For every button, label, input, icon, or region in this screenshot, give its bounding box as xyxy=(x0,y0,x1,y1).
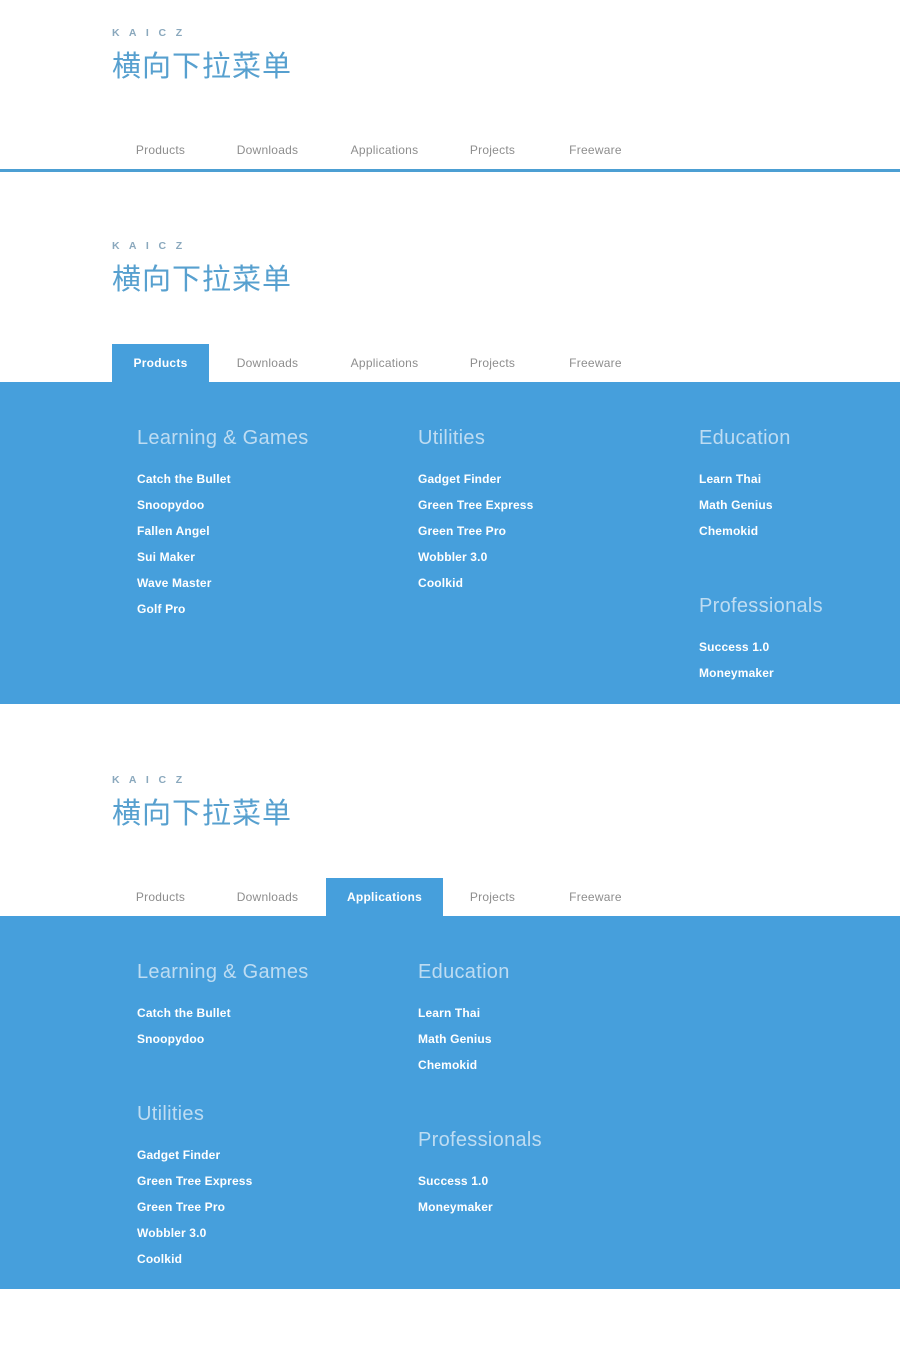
dropdown-group-title: Learning & Games xyxy=(137,961,309,983)
nav-list: Products Downloads Applications Projects… xyxy=(112,131,649,169)
dropdown-link[interactable]: Moneymaker xyxy=(699,660,899,686)
nav-underline-rule xyxy=(0,169,900,172)
nav-item-applications[interactable]: Applications xyxy=(326,344,443,382)
dropdown-link[interactable]: Golf Pro xyxy=(137,596,418,622)
nav-list: Products Downloads Applications Projects… xyxy=(112,878,649,916)
brand-logo: K A I C Z xyxy=(112,240,186,252)
brand-logo: K A I C Z xyxy=(112,27,186,39)
dropdown-column: Learning & Games Catch the Bullet Snoopy… xyxy=(137,424,418,684)
dropdown-link[interactable]: Catch the Bullet xyxy=(137,1000,418,1026)
dropdown-group-title: Education xyxy=(418,961,510,983)
brand-header: K A I C Z 横向下拉菜单 xyxy=(0,213,900,300)
dropdown-group: Learning & Games Catch the Bullet Snoopy… xyxy=(137,958,418,1052)
dropdown-link[interactable]: Snoopydoo xyxy=(137,1026,418,1052)
dropdown-column: Education Learn Thai Math Genius Chemoki… xyxy=(699,424,899,684)
dropdown-group-title: Professionals xyxy=(418,1129,542,1151)
dropdown-link[interactable]: Green Tree Express xyxy=(137,1168,418,1194)
nav-item-projects[interactable]: Projects xyxy=(443,344,542,382)
demo-section-applications-open: K A I C Z 横向下拉菜单 Products Downloads Appl… xyxy=(0,747,900,1289)
dropdown-link[interactable]: Coolkid xyxy=(418,570,699,596)
dropdown-group: Education Learn Thai Math Genius Chemoki… xyxy=(418,958,699,1078)
nav-item-downloads[interactable]: Downloads xyxy=(209,878,326,916)
dropdown-link[interactable]: Sui Maker xyxy=(137,544,418,570)
dropdown-group-title: Utilities xyxy=(137,1103,205,1125)
page-title: 横向下拉菜单 xyxy=(112,264,293,296)
navbar: Products Downloads Applications Projects… xyxy=(0,344,900,382)
page-title: 横向下拉菜单 xyxy=(112,798,293,830)
dropdown-link[interactable]: Green Tree Pro xyxy=(418,518,699,544)
dropdown-link[interactable]: Moneymaker xyxy=(418,1194,699,1220)
nav-item-projects[interactable]: Projects xyxy=(443,878,542,916)
dropdown-link[interactable]: Snoopydoo xyxy=(137,492,418,518)
dropdown-group: Learning & Games Catch the Bullet Snoopy… xyxy=(137,424,418,622)
dropdown-link[interactable]: Wobbler 3.0 xyxy=(137,1220,418,1246)
nav-item-products[interactable]: Products xyxy=(112,878,209,916)
dropdown-link[interactable]: Green Tree Pro xyxy=(137,1194,418,1220)
section-spacer-1 xyxy=(0,169,900,213)
dropdown-group: Education Learn Thai Math Genius Chemoki… xyxy=(699,424,899,544)
dropdown-link[interactable]: Success 1.0 xyxy=(699,634,899,660)
dropdown-column: Utilities Gadget Finder Green Tree Expre… xyxy=(418,424,699,684)
nav-item-projects[interactable]: Projects xyxy=(443,131,542,169)
dropdown-link[interactable]: Success 1.0 xyxy=(418,1168,699,1194)
page-title: 横向下拉菜单 xyxy=(112,51,293,83)
dropdown-group: Professionals Success 1.0 Moneymaker xyxy=(699,592,899,686)
dropdown-column: Learning & Games Catch the Bullet Snoopy… xyxy=(137,958,418,1269)
dropdown-link[interactable]: Catch the Bullet xyxy=(137,466,418,492)
section-spacer-2 xyxy=(0,704,900,747)
dropdown-group: Utilities Gadget Finder Green Tree Expre… xyxy=(137,1100,418,1272)
dropdown-link[interactable]: Learn Thai xyxy=(699,466,899,492)
dropdown-link[interactable]: Fallen Angel xyxy=(137,518,418,544)
dropdown-link[interactable]: Chemokid xyxy=(699,518,899,544)
dropdown-column: Education Learn Thai Math Genius Chemoki… xyxy=(418,958,699,1269)
dropdown-group-title: Education xyxy=(699,427,791,449)
page-root: K A I C Z 横向下拉菜单 Products Downloads Appl… xyxy=(0,0,900,1348)
brand-header: K A I C Z 横向下拉菜单 xyxy=(0,747,900,834)
nav-item-downloads[interactable]: Downloads xyxy=(209,131,326,169)
dropdown-link[interactable]: Wave Master xyxy=(137,570,418,596)
mega-dropdown-panel: Learning & Games Catch the Bullet Snoopy… xyxy=(0,382,900,704)
nav-item-products[interactable]: Products xyxy=(112,344,209,382)
dropdown-group-title: Utilities xyxy=(418,427,486,449)
nav-list: Products Downloads Applications Projects… xyxy=(112,344,649,382)
dropdown-group: Professionals Success 1.0 Moneymaker xyxy=(418,1126,699,1220)
dropdown-link[interactable]: Green Tree Express xyxy=(418,492,699,518)
nav-item-applications[interactable]: Applications xyxy=(326,131,443,169)
nav-item-freeware[interactable]: Freeware xyxy=(542,131,649,169)
dropdown-link[interactable]: Coolkid xyxy=(137,1246,418,1272)
mega-dropdown-panel: Learning & Games Catch the Bullet Snoopy… xyxy=(0,916,900,1289)
brand-header: K A I C Z 横向下拉菜单 xyxy=(0,0,900,87)
dropdown-link[interactable]: Math Genius xyxy=(418,1026,699,1052)
dropdown-group: Utilities Gadget Finder Green Tree Expre… xyxy=(418,424,699,596)
demo-section-products-open: K A I C Z 横向下拉菜单 Products Downloads Appl… xyxy=(0,213,900,704)
demo-section-closed: K A I C Z 横向下拉菜单 Products Downloads Appl… xyxy=(0,0,900,172)
nav-item-freeware[interactable]: Freeware xyxy=(542,878,649,916)
nav-item-products[interactable]: Products xyxy=(112,131,209,169)
dropdown-link[interactable]: Chemokid xyxy=(418,1052,699,1078)
dropdown-group-title: Learning & Games xyxy=(137,427,309,449)
nav-item-freeware[interactable]: Freeware xyxy=(542,344,649,382)
dropdown-group-title: Professionals xyxy=(699,595,823,617)
nav-item-applications[interactable]: Applications xyxy=(326,878,443,916)
brand-logo: K A I C Z xyxy=(112,774,186,786)
dropdown-link[interactable]: Gadget Finder xyxy=(418,466,699,492)
dropdown-link[interactable]: Math Genius xyxy=(699,492,899,518)
dropdown-link[interactable]: Wobbler 3.0 xyxy=(418,544,699,570)
nav-item-downloads[interactable]: Downloads xyxy=(209,344,326,382)
dropdown-link[interactable]: Learn Thai xyxy=(418,1000,699,1026)
navbar: Products Downloads Applications Projects… xyxy=(0,131,900,172)
navbar: Products Downloads Applications Projects… xyxy=(0,878,900,916)
dropdown-link[interactable]: Gadget Finder xyxy=(137,1142,418,1168)
